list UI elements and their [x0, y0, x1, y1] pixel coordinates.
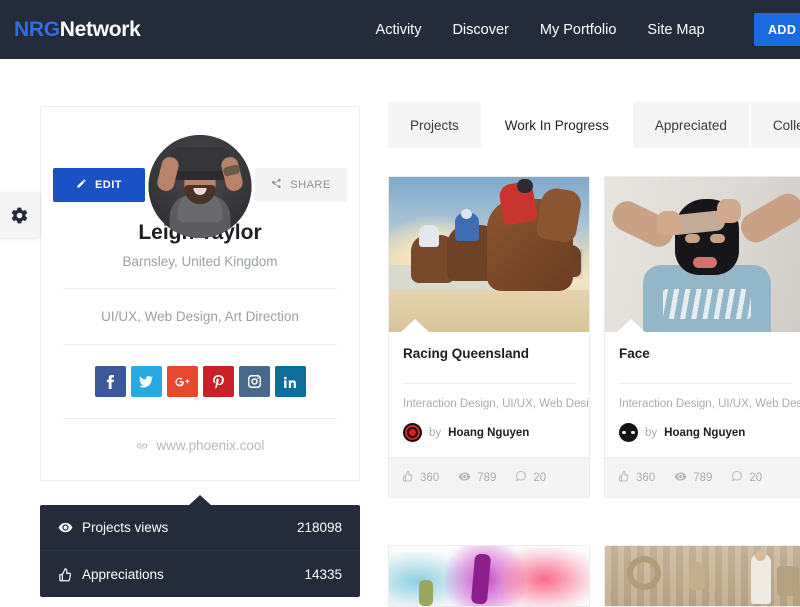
- thumbs-up-icon: [618, 470, 630, 485]
- stat-value: 218098: [296, 520, 342, 535]
- edit-profile-button[interactable]: EDIT: [53, 168, 145, 202]
- project-thumbnail[interactable]: [605, 546, 800, 606]
- profile-stats-panel: Projects views 218098 Appreciations 1433…: [40, 495, 360, 597]
- social-links: [41, 345, 359, 418]
- nav-item-discover[interactable]: Discover: [452, 22, 508, 38]
- logo-secondary: Network: [59, 17, 141, 41]
- thumbnail-ink-splash-art: [389, 546, 589, 606]
- likes-count: 360: [420, 471, 440, 484]
- views-stat[interactable]: 789: [458, 470, 496, 486]
- views-count: 789: [693, 471, 713, 484]
- thumbnail-masked-person: [605, 177, 800, 332]
- stat-value: 14335: [304, 566, 342, 582]
- comment-icon: [731, 470, 743, 485]
- eye-icon: [674, 470, 687, 486]
- project-card-body: Racing Queensland Interaction Design, UI…: [389, 332, 589, 457]
- logo-primary: NRG: [14, 17, 60, 41]
- project-card[interactable]: Racing Queensland Interaction Design, UI…: [388, 176, 590, 498]
- comments-stat[interactable]: 20: [731, 470, 762, 485]
- project-author[interactable]: by Hoang Nguyen: [619, 410, 791, 457]
- project-author[interactable]: by Hoang Nguyen: [403, 410, 575, 457]
- nav-item-activity[interactable]: Activity: [376, 22, 422, 38]
- tab-work-in-progress[interactable]: Work In Progress: [482, 102, 631, 148]
- project-card[interactable]: [604, 545, 800, 607]
- card-notch: [617, 319, 645, 332]
- likes-stat[interactable]: 360: [618, 470, 655, 485]
- settings-tab[interactable]: [0, 192, 40, 238]
- project-stats: 360 789 20: [389, 457, 589, 497]
- project-cards-row-2: [388, 545, 800, 607]
- share-profile-label: SHARE: [290, 179, 331, 191]
- project-thumbnail[interactable]: [389, 177, 589, 332]
- twitter-icon[interactable]: [130, 366, 162, 397]
- facebook-icon[interactable]: [94, 366, 126, 397]
- thumbnail-horse-racing-beach: [389, 177, 589, 332]
- thumbs-up-icon: [402, 470, 414, 485]
- gear-icon: [4, 206, 29, 225]
- comment-icon: [515, 470, 527, 485]
- by-label: by: [645, 426, 658, 439]
- profile-card: EDIT SHARE Barnsley, United Kingdom UI/U…: [40, 106, 360, 481]
- comments-count: 20: [749, 471, 763, 484]
- nav-item-site-map[interactable]: Site Map: [647, 22, 704, 38]
- stat-row-appreciations: Appreciations 14335: [40, 551, 360, 597]
- share-icon: [271, 178, 282, 192]
- by-label: by: [429, 426, 442, 439]
- profile-tags: UI/UX, Web Design, Art Direction: [101, 309, 299, 324]
- project-card-body: Face Interaction Design, UI/UX, Web Desi…: [605, 332, 800, 457]
- add-work-button[interactable]: ADD W: [754, 13, 800, 46]
- views-stat[interactable]: 789: [674, 470, 712, 486]
- project-title: Racing Queensland: [403, 346, 530, 361]
- google-plus-icon[interactable]: [166, 366, 198, 397]
- project-card[interactable]: Face Interaction Design, UI/UX, Web Desi…: [604, 176, 800, 498]
- project-stats: 360 789 20: [605, 457, 800, 497]
- author-name: Hoang Nguyen: [448, 426, 530, 439]
- edit-profile-label: EDIT: [94, 179, 123, 191]
- pencil-icon: [76, 178, 87, 192]
- instagram-icon[interactable]: [238, 366, 270, 397]
- avatar-illustration: [148, 135, 252, 238]
- eye-icon: [458, 470, 471, 486]
- views-count: 789: [477, 471, 497, 484]
- card-notch: [401, 319, 429, 332]
- stat-row-projects-views: Projects views 218098: [40, 505, 360, 551]
- nav-item-my-portfolio[interactable]: My Portfolio: [540, 22, 617, 38]
- linkedin-icon[interactable]: [274, 366, 306, 397]
- profile-website-label: www.phoenix.cool: [156, 438, 265, 453]
- link-icon: [136, 438, 152, 453]
- project-thumbnail[interactable]: [389, 546, 589, 606]
- comments-count: 20: [533, 471, 547, 484]
- project-cards-row: Racing Queensland Interaction Design, UI…: [388, 176, 800, 498]
- tab-collections[interactable]: Colle: [750, 102, 800, 148]
- project-title: Face: [619, 346, 650, 361]
- profile-actions: EDIT SHARE: [41, 107, 359, 238]
- likes-stat[interactable]: 360: [402, 470, 439, 485]
- profile-avatar: [148, 135, 252, 238]
- author-avatar: [619, 423, 638, 442]
- share-profile-button[interactable]: SHARE: [255, 168, 347, 202]
- stats-notch: [188, 495, 212, 506]
- project-card[interactable]: [388, 545, 590, 607]
- main-navigation: Activity Discover My Portfolio Site Map: [376, 22, 705, 38]
- pinterest-icon[interactable]: [202, 366, 234, 397]
- project-tags: Interaction Design, UI/UX, Web Design: [403, 398, 590, 410]
- content-tabs: Projects Work In Progress Appreciated Co…: [388, 102, 800, 148]
- author-name: Hoang Nguyen: [664, 426, 746, 439]
- tab-projects[interactable]: Projects: [388, 102, 481, 148]
- tab-appreciated[interactable]: Appreciated: [632, 102, 749, 148]
- stat-label: Appreciations: [82, 566, 164, 582]
- stat-label: Projects views: [82, 520, 169, 535]
- site-logo[interactable]: NRGNetwork: [14, 18, 141, 42]
- project-tags: Interaction Design, UI/UX, Web Design: [619, 398, 800, 410]
- profile-location: Barnsley, United Kingdom: [122, 254, 278, 269]
- project-thumbnail[interactable]: [605, 177, 800, 332]
- comments-stat[interactable]: 20: [515, 470, 546, 485]
- profile-website[interactable]: www.phoenix.cool: [41, 419, 359, 480]
- thumbs-up-icon: [58, 567, 82, 582]
- thumbnail-interior-woman: [605, 546, 800, 606]
- likes-count: 360: [636, 471, 656, 484]
- top-header: NRGNetwork Activity Discover My Portfoli…: [0, 0, 800, 59]
- eye-icon: [58, 520, 82, 535]
- author-avatar: [403, 423, 422, 442]
